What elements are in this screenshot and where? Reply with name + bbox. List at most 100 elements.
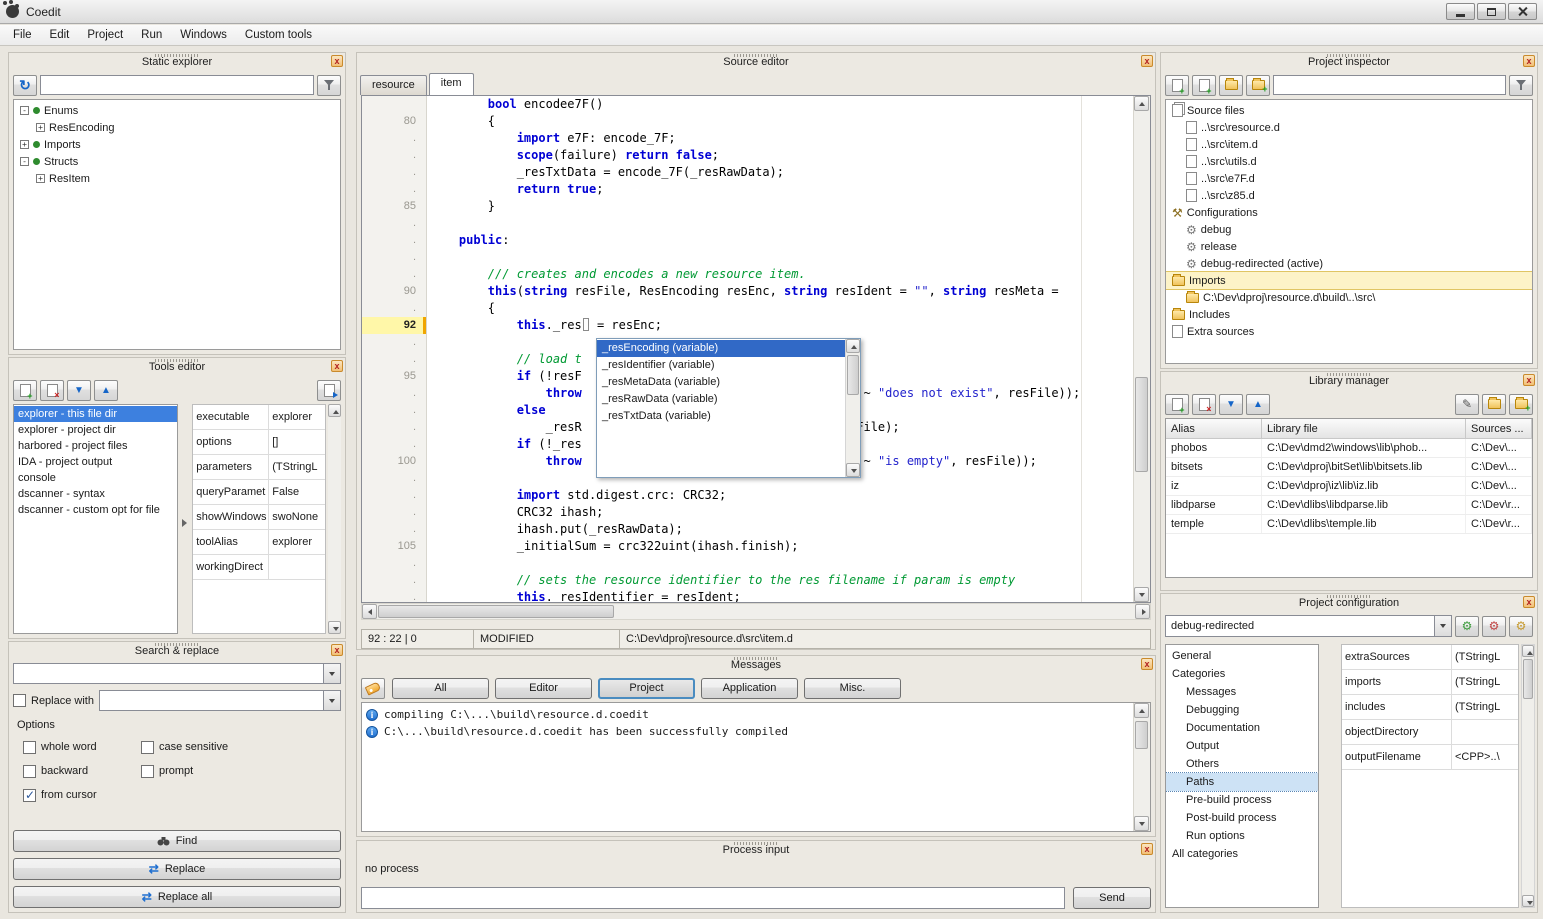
- code-text[interactable]: this._resIdentifier = resIdent;: [426, 589, 741, 602]
- column-header-alias[interactable]: Alias: [1166, 419, 1262, 438]
- gutter-line-number[interactable]: .: [362, 266, 426, 283]
- close-panel-button[interactable]: x: [331, 644, 343, 656]
- find-button[interactable]: Find: [13, 830, 341, 852]
- property-row-includes[interactable]: includes(TStringL: [1342, 695, 1518, 720]
- add-source-button[interactable]: [1192, 75, 1216, 96]
- code-line[interactable]: . scope(failure) return false;: [362, 147, 1133, 164]
- property-value[interactable]: (TStringL: [1452, 645, 1518, 669]
- column-header-library-file[interactable]: Library file: [1262, 419, 1466, 438]
- code-text[interactable]: return true;: [426, 181, 603, 198]
- editor-vertical-scrollbar[interactable]: [1133, 96, 1150, 602]
- checkbox-whole-word[interactable]: [23, 741, 36, 754]
- library-row-iz[interactable]: izC:\Dev\dproj\iz\lib\iz.libC:\Dev\...: [1166, 477, 1532, 496]
- property-row-workingdirect[interactable]: workingDirect: [193, 555, 325, 580]
- scrollbar-thumb[interactable]: [378, 605, 614, 618]
- code-text[interactable]: [426, 215, 430, 232]
- gutter-line-number[interactable]: .: [362, 402, 426, 419]
- checkbox-case-sensitive[interactable]: [141, 741, 154, 754]
- code-text[interactable]: this(string resFile, ResEncoding resEnc,…: [426, 283, 1066, 300]
- code-text[interactable]: if (!resF: [426, 368, 582, 385]
- gutter-line-number[interactable]: 90: [362, 283, 426, 300]
- minimize-button[interactable]: [1446, 3, 1475, 20]
- category-documentation[interactable]: Documentation: [1166, 719, 1318, 737]
- menu-item-edit[interactable]: Edit: [41, 26, 79, 44]
- chevron-down-icon[interactable]: [1434, 616, 1451, 636]
- move-library-down-button[interactable]: ▼: [1219, 394, 1243, 415]
- add-tool-button[interactable]: [13, 380, 37, 401]
- tree-node-debug[interactable]: ⚙debug: [1166, 221, 1532, 238]
- scroll-up-icon[interactable]: [328, 404, 341, 417]
- property-value[interactable]: (TStringL: [269, 455, 325, 479]
- tree-node-c-dev-dproj-resource-d-build-src[interactable]: C:\Dev\dproj\resource.d\build\..\src\: [1166, 289, 1532, 306]
- gutter-line-number[interactable]: .: [362, 419, 426, 436]
- gutter-line-number[interactable]: .: [362, 232, 426, 249]
- run-tool-button[interactable]: [317, 380, 341, 401]
- editor-horizontal-scrollbar[interactable]: [361, 603, 1151, 620]
- code-text[interactable]: ihash.put(_resRawData);: [426, 521, 683, 538]
- drag-grip-icon[interactable]: [1327, 595, 1371, 598]
- category-pre-build-process[interactable]: Pre-build process: [1166, 791, 1318, 809]
- code-text[interactable]: if (!_res: [426, 436, 582, 453]
- expander-icon[interactable]: +: [36, 123, 45, 132]
- expander-icon[interactable]: +: [36, 174, 45, 183]
- gutter-line-number[interactable]: .: [362, 470, 426, 487]
- drag-grip-icon[interactable]: [155, 643, 199, 646]
- code-line[interactable]: . CRC32 ihash;: [362, 504, 1133, 521]
- property-value[interactable]: [1452, 720, 1518, 744]
- code-text[interactable]: // sets the resource identifier to the r…: [426, 572, 1015, 589]
- property-row-outputfilename[interactable]: outputFilename<CPP>..\: [1342, 745, 1518, 770]
- checkbox-from-cursor[interactable]: [23, 789, 36, 802]
- code-line[interactable]: .: [362, 249, 1133, 266]
- expander-icon[interactable]: -: [20, 157, 29, 166]
- configuration-scrollbar[interactable]: [1521, 644, 1535, 908]
- close-panel-button[interactable]: x: [1523, 55, 1535, 67]
- tab-resource[interactable]: resource: [360, 75, 427, 95]
- code-line[interactable]: . public:: [362, 232, 1133, 249]
- menu-item-file[interactable]: File: [4, 26, 41, 44]
- tool-item-console[interactable]: console: [14, 470, 177, 486]
- code-text[interactable]: scope(failure) return false;: [426, 147, 719, 164]
- scroll-down-icon[interactable]: [1134, 587, 1149, 602]
- tree-node-includes[interactable]: Includes: [1166, 306, 1532, 323]
- code-text[interactable]: [426, 470, 430, 487]
- grid-scrollbar[interactable]: [328, 404, 341, 634]
- remove-library-button[interactable]: [1192, 394, 1216, 415]
- property-row-parameters[interactable]: parameters(TStringL: [193, 455, 325, 480]
- message-item[interactable]: C:\...\build\resource.d.coedit has been …: [362, 723, 1150, 740]
- add-folder-button[interactable]: [1246, 75, 1270, 96]
- category-categories[interactable]: Categories: [1166, 665, 1318, 683]
- scroll-up-icon[interactable]: [1522, 645, 1534, 657]
- code-line[interactable]: . ihash.put(_resRawData);: [362, 521, 1133, 538]
- inspector-search-input[interactable]: [1273, 75, 1506, 95]
- option-from-cursor[interactable]: from cursor: [23, 783, 141, 807]
- tree-node-imports[interactable]: Imports: [1166, 272, 1532, 289]
- scrollbar-thumb[interactable]: [847, 355, 859, 395]
- tool-item-dscanner-syntax[interactable]: dscanner - syntax: [14, 486, 177, 502]
- scrollbar-thumb[interactable]: [1523, 659, 1533, 699]
- tool-item-ida-project-output[interactable]: IDA - project output: [14, 454, 177, 470]
- menu-item-windows[interactable]: Windows: [171, 26, 236, 44]
- replace-with-checkbox[interactable]: [13, 694, 26, 707]
- close-panel-button[interactable]: x: [1141, 658, 1153, 670]
- tool-item-dscanner-custom-opt-for-file[interactable]: dscanner - custom opt for file: [14, 502, 177, 518]
- gutter-line-number[interactable]: 95: [362, 368, 426, 385]
- drag-grip-icon[interactable]: [734, 657, 778, 660]
- gutter-line-number[interactable]: .: [362, 215, 426, 232]
- filter-button-application[interactable]: Application: [701, 678, 798, 699]
- configuration-selector[interactable]: debug-redirected: [1165, 615, 1452, 637]
- completion-item[interactable]: _resTxtData (variable): [597, 408, 845, 425]
- tree-node-structs[interactable]: -Structs: [14, 153, 340, 170]
- code-text[interactable]: [426, 334, 430, 351]
- category-messages[interactable]: Messages: [1166, 683, 1318, 701]
- column-header-sources[interactable]: Sources ...: [1466, 419, 1532, 438]
- new-source-button[interactable]: [1165, 75, 1189, 96]
- menu-item-custom-tools[interactable]: Custom tools: [236, 26, 321, 44]
- property-value[interactable]: explorer: [269, 530, 325, 554]
- filter-button-misc[interactable]: Misc.: [804, 678, 901, 699]
- tree-node-src-resource-d[interactable]: ..\src\resource.d: [1166, 119, 1532, 136]
- tree-node-release[interactable]: ⚙release: [1166, 238, 1532, 255]
- library-row-phobos[interactable]: phobosC:\Dev\dmd2\windows\lib\phob...C:\…: [1166, 439, 1532, 458]
- category-others[interactable]: Others: [1166, 755, 1318, 773]
- move-library-up-button[interactable]: ▲: [1246, 394, 1270, 415]
- code-text[interactable]: public:: [426, 232, 510, 249]
